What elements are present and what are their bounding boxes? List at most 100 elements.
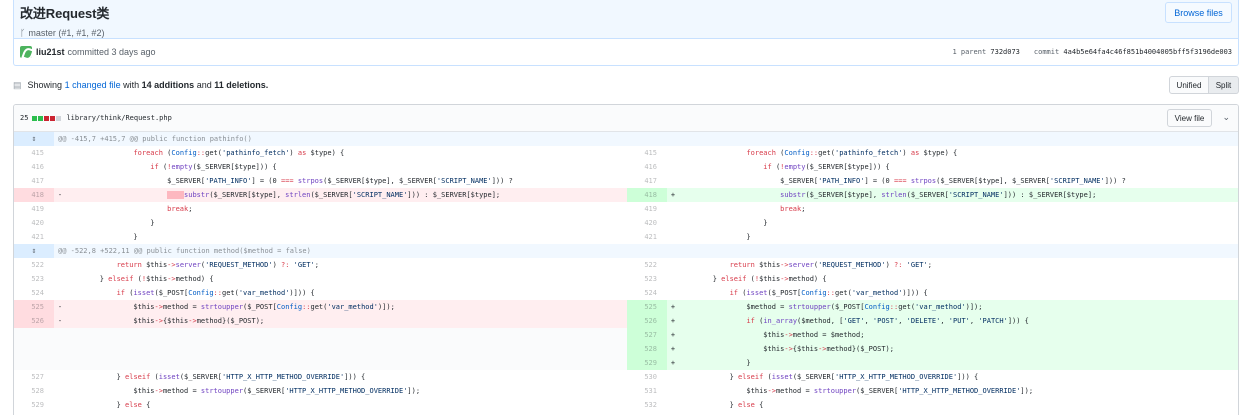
line-number[interactable]: 522	[627, 258, 667, 272]
diff-sign	[54, 230, 66, 244]
expand-icon[interactable]: ⇕	[14, 132, 54, 146]
diff-sign	[54, 356, 66, 370]
line-number[interactable]	[14, 356, 54, 370]
code-line: if (in_array($method, ['GET', 'POST', 'D…	[679, 314, 1238, 328]
right-line: 420 }	[627, 216, 1238, 230]
branch-label[interactable]: master (#1, #1, #2)	[28, 28, 104, 38]
diff-sign: +	[667, 356, 679, 370]
code-line: if (isset($_POST[Config::get('var_method…	[729, 289, 928, 297]
line-number[interactable]	[14, 342, 54, 356]
diff-sign	[54, 384, 66, 398]
left-line: 420 }	[14, 216, 627, 230]
right-line: 416 if (!empty($_SERVER[$type])) {	[627, 160, 1238, 174]
commit-author[interactable]: liu21st	[36, 47, 65, 57]
line-number[interactable]: 419	[627, 202, 667, 216]
diff-row: 527 } elseif (isset($_SERVER['HTTP_X_HTT…	[14, 370, 1238, 384]
diffstat-block	[44, 115, 50, 121]
line-number[interactable]: 416	[627, 160, 667, 174]
line-number[interactable]: 525	[627, 300, 667, 314]
diff-sign	[667, 216, 679, 230]
line-number[interactable]: 529	[14, 398, 54, 412]
diff-row: 417 $_SERVER['PATH_INFO'] = (0 === strpo…	[14, 174, 1238, 188]
left-line: 419 break;	[14, 202, 627, 216]
diffstat-block	[56, 115, 62, 121]
code-line: foreach (Config::get('pathinfo_fetch') a…	[133, 149, 345, 157]
expand-icon[interactable]: ⇕	[14, 244, 54, 258]
diff-sign	[667, 146, 679, 160]
chevron-down-icon[interactable]: ⌄	[1222, 112, 1230, 123]
line-number[interactable]: 418	[14, 188, 54, 202]
changed-files-link[interactable]: 1 changed file	[65, 80, 121, 90]
view-file-button[interactable]: View file	[1167, 109, 1212, 127]
right-line: 522 return $this->server('REQUEST_METHOD…	[627, 258, 1238, 272]
right-line: 526 + if (in_array($method, ['GET', 'POST…	[627, 314, 1238, 328]
line-number[interactable]: 420	[627, 216, 667, 230]
branch-info: ᚴ master (#1, #1, #2)	[20, 28, 1238, 38]
diffstat-block	[38, 115, 44, 121]
diff-sign: +	[667, 188, 679, 202]
line-number[interactable]: 531	[627, 384, 667, 398]
file-diff-icon: ▤	[13, 79, 22, 90]
line-number[interactable]: 528	[627, 342, 667, 356]
diff-sign	[54, 272, 66, 286]
line-number[interactable]	[14, 328, 54, 342]
split-button[interactable]: Split	[1209, 76, 1239, 94]
diff-sign	[54, 216, 66, 230]
line-number[interactable]: 524	[14, 286, 54, 300]
diff-row: 418- ····substr($_SERVER[$type], strlen(…	[14, 188, 1238, 202]
line-number[interactable]: 416	[14, 160, 54, 174]
commit-title: 改进Request类	[20, 6, 110, 21]
left-line: 418- ····substr($_SERVER[$type], strlen(…	[14, 188, 627, 202]
line-number[interactable]: 529	[627, 356, 667, 370]
hunk-header: ⇕ @@ -415,7 +415,7 @@ public function pat…	[14, 132, 1238, 146]
line-number[interactable]: 528	[14, 384, 54, 398]
line-number[interactable]: 522	[14, 258, 54, 272]
diff-sign	[667, 174, 679, 188]
line-number[interactable]: 526	[14, 314, 54, 328]
code-line: $_SERVER['PATH_INFO'] = (0 === strpos($_…	[679, 177, 1126, 185]
line-number[interactable]: 418	[627, 188, 667, 202]
line-number[interactable]: 532	[627, 398, 667, 412]
code-line: } elseif (isset($_SERVER['HTTP_X_HTTP_ME…	[66, 373, 366, 381]
left-line: 527 } elseif (isset($_SERVER['HTTP_X_HTT…	[14, 370, 627, 384]
right-line: 418 + substr($_SERVER[$type], strlen($_SE…	[627, 188, 1238, 202]
line-number[interactable]: 527	[14, 370, 54, 384]
diff-sign	[667, 230, 679, 244]
diff-sign	[667, 272, 679, 286]
diff-row: 421 } 421 }	[14, 230, 1238, 244]
line-number[interactable]: 526	[627, 314, 667, 328]
line-number[interactable]: 525	[14, 300, 54, 314]
code-line: ····substr($_SERVER[$type], strlen($_SER…	[66, 188, 627, 202]
line-number[interactable]: 524	[627, 286, 667, 300]
line-number[interactable]: 419	[14, 202, 54, 216]
diff-sign	[54, 146, 66, 160]
line-number[interactable]: 421	[14, 230, 54, 244]
left-line: 415 foreach (Config::get('pathinfo_fetch…	[14, 146, 627, 160]
line-number[interactable]: 417	[627, 174, 667, 188]
right-line: 524 if (isset($_POST[Config::get('var_me…	[627, 286, 1238, 300]
diff-row: 522 return $this->server('REQUEST_METHOD…	[14, 258, 1238, 272]
file-path[interactable]: library/think/Request.php	[66, 114, 171, 122]
browse-files-button[interactable]: Browse files	[1165, 2, 1232, 23]
line-number[interactable]: 421	[627, 230, 667, 244]
line-number[interactable]: 523	[627, 272, 667, 286]
parent-sha-link[interactable]: 732d073	[990, 48, 1020, 56]
line-number[interactable]: 417	[14, 174, 54, 188]
unified-button[interactable]: Unified	[1169, 76, 1209, 94]
line-number[interactable]: 415	[627, 146, 667, 160]
code-line: return $this->server('REQUEST_METHOD') ?…	[729, 261, 932, 269]
file-diff: 25 library/think/Request.php View file ⌄…	[13, 104, 1239, 415]
line-number[interactable]: 523	[14, 272, 54, 286]
right-line: 415 foreach (Config::get('pathinfo_fetch…	[627, 146, 1238, 160]
code-line: $this->method = $method;	[679, 328, 1238, 342]
line-number[interactable]: 527	[627, 328, 667, 342]
code-line: if (isset($_POST[Config::get('var_method…	[116, 289, 315, 297]
line-number[interactable]: 530	[627, 370, 667, 384]
line-number[interactable]: 420	[14, 216, 54, 230]
code-line: }	[679, 219, 768, 227]
right-line: 421 }	[627, 230, 1238, 244]
avatar[interactable]	[20, 46, 32, 58]
line-number[interactable]: 415	[14, 146, 54, 160]
diff-row: 415 foreach (Config::get('pathinfo_fetch…	[14, 146, 1238, 160]
